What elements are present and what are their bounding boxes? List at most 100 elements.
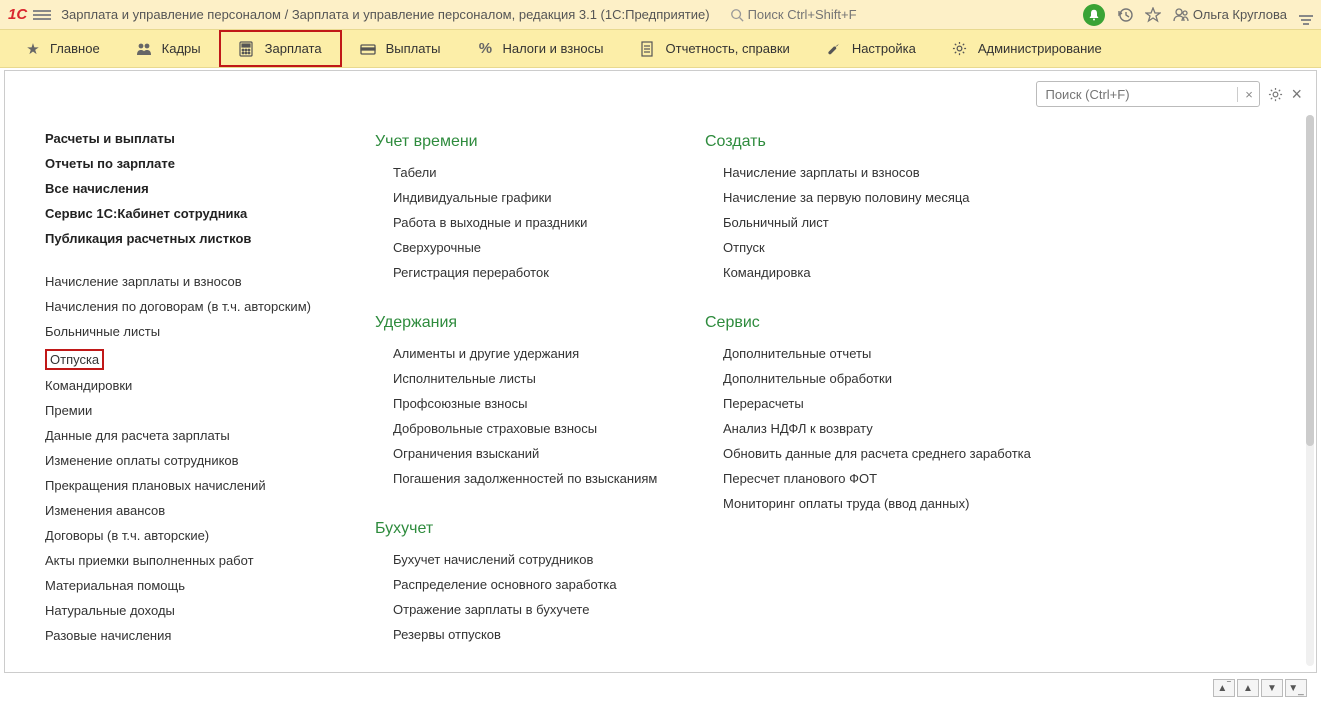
user-icon	[1173, 7, 1189, 23]
sub-link[interactable]: Отражение зарплаты в бухучете	[393, 602, 675, 617]
section-head[interactable]: Учет времени	[375, 133, 675, 151]
wrench-icon	[826, 41, 844, 56]
titlebar: 1C Зарплата и управление персоналом / За…	[0, 0, 1321, 30]
content-toolbar: × ×	[1036, 81, 1302, 107]
left-bold-link[interactable]: Сервис 1С:Кабинет сотрудника	[45, 206, 345, 221]
sub-link[interactable]: Исполнительные листы	[393, 371, 675, 386]
sub-link[interactable]: Начисление зарплаты и взносов	[723, 165, 1045, 180]
nav-label: Кадры	[162, 41, 201, 56]
sub-link[interactable]: Мониторинг оплаты труда (ввод данных)	[723, 496, 1045, 511]
logo-1c: 1C	[8, 6, 27, 23]
nav-label: Отчетность, справки	[666, 41, 790, 56]
people-icon	[136, 42, 154, 56]
nav-main[interactable]: ★ Главное	[6, 30, 118, 67]
app-title: Зарплата и управление персоналом / Зарпл…	[61, 7, 709, 22]
nav-kadry[interactable]: Кадры	[118, 30, 219, 67]
sub-link[interactable]: Резервы отпусков	[393, 627, 675, 642]
sub-link[interactable]: Табели	[393, 165, 675, 180]
left-link[interactable]: Командировки	[45, 378, 345, 393]
scroll-up-button[interactable]: ▲	[1237, 679, 1259, 697]
vertical-scrollbar[interactable]	[1306, 115, 1314, 666]
user-block[interactable]: Ольга Круглова	[1173, 7, 1287, 23]
sub-link[interactable]: Начисление за первую половину месяца	[723, 190, 1045, 205]
left-bold-link[interactable]: Отчеты по зарплате	[45, 156, 345, 171]
left-link[interactable]: Начисление зарплаты и взносов	[45, 274, 345, 289]
sub-link[interactable]: Больничный лист	[723, 215, 1045, 230]
sub-link[interactable]: Дополнительные отчеты	[723, 346, 1045, 361]
user-name: Ольга Круглова	[1193, 7, 1287, 22]
sub-link[interactable]: Обновить данные для расчета среднего зар…	[723, 446, 1045, 461]
content-columns: Расчеты и выплаты Отчеты по зарплате Все…	[5, 71, 1316, 672]
sub-link[interactable]: Перерасчеты	[723, 396, 1045, 411]
filter-icon[interactable]	[1299, 4, 1313, 25]
section-head[interactable]: Создать	[705, 133, 1045, 151]
left-link[interactable]: Изменение оплаты сотрудников	[45, 453, 345, 468]
report-icon	[640, 41, 658, 57]
left-bold-link[interactable]: Расчеты и выплаты	[45, 131, 345, 146]
sub-link[interactable]: Пересчет планового ФОТ	[723, 471, 1045, 486]
notifications-icon[interactable]	[1083, 4, 1105, 26]
sub-link[interactable]: Работа в выходные и праздники	[393, 215, 675, 230]
scroll-top-button[interactable]: ▲‾	[1213, 679, 1235, 697]
section-head[interactable]: Бухучет	[375, 520, 675, 538]
sub-link[interactable]: Отпуск	[723, 240, 1045, 255]
nav-otchetnost[interactable]: Отчетность, справки	[622, 30, 808, 67]
burger-icon[interactable]	[33, 10, 51, 20]
nav-label: Администрирование	[978, 41, 1102, 56]
right-column: Создать Начисление зарплаты и взносов На…	[705, 131, 1045, 652]
nav-nastroyka[interactable]: Настройка	[808, 30, 934, 67]
left-link[interactable]: Данные для расчета зарплаты	[45, 428, 345, 443]
section-head[interactable]: Удержания	[375, 314, 675, 332]
sub-link[interactable]: Погашения задолженностей по взысканиям	[393, 471, 675, 486]
star-filled-icon: ★	[24, 40, 42, 58]
left-link[interactable]: Договоры (в т.ч. авторские)	[45, 528, 345, 543]
sub-link[interactable]: Добровольные страховые взносы	[393, 421, 675, 436]
clear-search-button[interactable]: ×	[1237, 87, 1259, 102]
sub-link[interactable]: Ограничения взысканий	[393, 446, 675, 461]
content-search-input[interactable]	[1037, 87, 1237, 102]
sub-link[interactable]: Распределение основного заработка	[393, 577, 675, 592]
nav-vyplaty[interactable]: Выплаты	[342, 30, 459, 67]
sub-link[interactable]: Регистрация переработок	[393, 265, 675, 280]
scroll-bottom-button[interactable]: ▼_	[1285, 679, 1307, 697]
scrollbar-thumb[interactable]	[1306, 115, 1314, 446]
left-link[interactable]: Прекращения плановых начислений	[45, 478, 345, 493]
left-bold-link[interactable]: Публикация расчетных листков	[45, 231, 345, 246]
sub-link[interactable]: Командировка	[723, 265, 1045, 280]
nav-nalogi[interactable]: % Налоги и взносы	[458, 30, 621, 67]
left-link[interactable]: Акты приемки выполненных работ	[45, 553, 345, 568]
gear-icon	[952, 41, 970, 56]
scroll-down-button[interactable]: ▼	[1261, 679, 1283, 697]
nav-admin[interactable]: Администрирование	[934, 30, 1120, 67]
global-search[interactable]	[730, 7, 1008, 22]
sub-link[interactable]: Бухучет начислений сотрудников	[393, 552, 675, 567]
section-head[interactable]: Сервис	[705, 314, 1045, 332]
titlebar-right: Ольга Круглова	[1083, 4, 1313, 26]
sub-link[interactable]: Индивидуальные графики	[393, 190, 675, 205]
sub-link[interactable]: Сверхурочные	[393, 240, 675, 255]
nav-zarplata[interactable]: Зарплата	[219, 30, 342, 67]
sub-link[interactable]: Профсоюзные взносы	[393, 396, 675, 411]
left-link[interactable]: Разовые начисления	[45, 628, 345, 643]
settings-icon[interactable]	[1268, 87, 1283, 102]
left-link[interactable]: Материальная помощь	[45, 578, 345, 593]
wallet-icon	[360, 42, 378, 56]
left-link[interactable]: Изменения авансов	[45, 503, 345, 518]
content-search[interactable]: ×	[1036, 81, 1260, 107]
left-link[interactable]: Больничные листы	[45, 324, 345, 339]
calculator-icon	[239, 41, 257, 57]
left-link-otpuska[interactable]: Отпуска	[45, 349, 104, 370]
mid-column: Учет времени Табели Индивидуальные графи…	[375, 131, 675, 652]
sub-link[interactable]: Дополнительные обработки	[723, 371, 1045, 386]
star-icon[interactable]	[1145, 7, 1161, 23]
search-icon	[730, 8, 744, 22]
sub-link[interactable]: Анализ НДФЛ к возврату	[723, 421, 1045, 436]
left-link[interactable]: Начисления по договорам (в т.ч. авторски…	[45, 299, 345, 314]
sub-link[interactable]: Алименты и другие удержания	[393, 346, 675, 361]
left-link[interactable]: Натуральные доходы	[45, 603, 345, 618]
left-link[interactable]: Премии	[45, 403, 345, 418]
history-icon[interactable]	[1117, 7, 1133, 23]
left-bold-link[interactable]: Все начисления	[45, 181, 345, 196]
close-icon[interactable]: ×	[1291, 84, 1302, 105]
global-search-input[interactable]	[748, 7, 1008, 22]
